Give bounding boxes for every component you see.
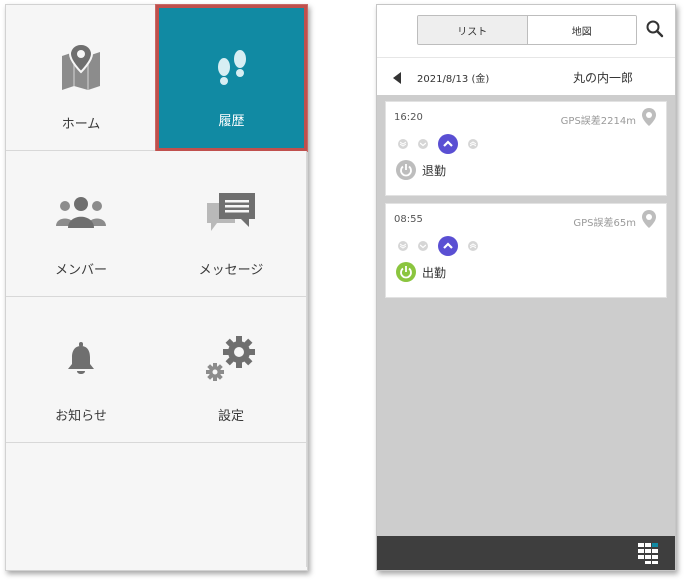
history-entry[interactable]: 08:55 GPS誤差65m 出勤: [385, 203, 667, 298]
entry-time: 08:55: [394, 214, 423, 225]
tab-list[interactable]: リスト: [418, 16, 528, 44]
top-bar: リスト 地図: [377, 5, 675, 57]
power-icon: [396, 160, 416, 180]
double-chevron-up-icon[interactable]: [468, 241, 478, 251]
map-pin-icon: [60, 41, 102, 93]
menu-screen: ホーム 履歴 メンバー メッセージ お知らせ 設定: [5, 4, 308, 571]
user-name: 丸の内一郎: [573, 71, 634, 85]
menu-tile-label: ホーム: [61, 117, 101, 132]
menu-tile-message[interactable]: メッセージ: [156, 151, 307, 297]
view-toggle: リスト 地図: [417, 15, 637, 45]
chevron-down-icon[interactable]: [418, 139, 428, 149]
menu-tile-history[interactable]: 履歴: [156, 5, 307, 151]
double-chevron-down-icon[interactable]: [398, 241, 408, 251]
menu-tile-members[interactable]: メンバー: [6, 151, 157, 297]
history-entry[interactable]: 16:20 GPS誤差2214m 退勤: [385, 101, 667, 196]
menu-tile-label: メッセージ: [198, 263, 264, 278]
date-bar: 2021/8/13 (金) 丸の内一郎: [377, 57, 675, 95]
menu-tile-empty: [156, 443, 307, 567]
message-icon: [205, 187, 257, 239]
menu-tile-label: お知らせ: [55, 409, 107, 424]
search-icon[interactable]: [645, 19, 665, 39]
tab-map[interactable]: 地図: [527, 16, 636, 44]
current-date: 2021/8/13 (金): [417, 74, 490, 85]
step-controls: [398, 134, 488, 154]
double-chevron-up-icon[interactable]: [468, 139, 478, 149]
menu-tile-empty: [6, 443, 157, 567]
gps-accuracy: GPS誤差2214m: [560, 116, 636, 127]
entry-time: 16:20: [394, 112, 423, 123]
double-chevron-down-icon[interactable]: [398, 139, 408, 149]
step-controls: [398, 236, 488, 256]
grid-menu-icon[interactable]: [637, 542, 659, 564]
prev-day-icon[interactable]: [391, 70, 403, 84]
power-icon: [396, 262, 416, 282]
entry-action: 出勤: [422, 266, 447, 280]
menu-grid: ホーム 履歴 メンバー メッセージ お知らせ 設定: [6, 5, 307, 570]
footprints-icon: [212, 41, 252, 93]
bell-icon: [66, 333, 96, 385]
location-pin-icon[interactable]: [642, 210, 656, 228]
history-screen: リスト 地図 2021/8/13 (金) 丸の内一郎 16:20 GPS誤差22…: [376, 4, 676, 571]
menu-tile-settings[interactable]: 設定: [156, 297, 307, 443]
menu-tile-notice[interactable]: お知らせ: [6, 297, 157, 443]
chevron-down-icon[interactable]: [418, 241, 428, 251]
bottom-bar: [377, 536, 675, 570]
menu-tile-label: 設定: [217, 409, 244, 424]
menu-tile-home[interactable]: ホーム: [6, 5, 157, 151]
members-icon: [55, 187, 107, 239]
chevron-up-icon[interactable]: [438, 134, 458, 154]
gps-accuracy: GPS誤差65m: [573, 218, 636, 229]
chevron-up-icon[interactable]: [438, 236, 458, 256]
menu-tile-label: メンバー: [54, 263, 107, 278]
gear-icon: [203, 333, 259, 385]
entry-action: 退勤: [422, 164, 447, 178]
menu-tile-label: 履歴: [218, 114, 245, 129]
location-pin-icon[interactable]: [642, 108, 656, 126]
